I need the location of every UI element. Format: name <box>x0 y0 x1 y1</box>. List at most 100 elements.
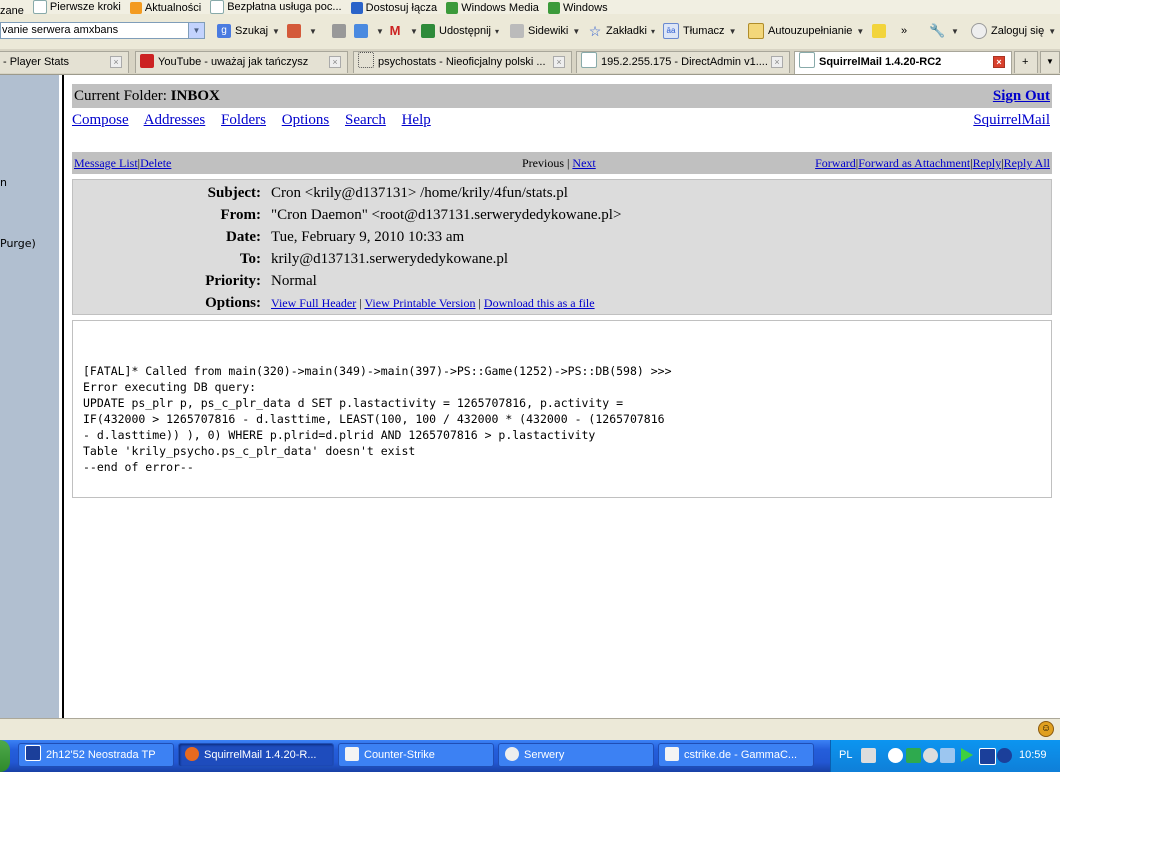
bookmark-label: Windows <box>562 2 608 14</box>
delete-link[interactable]: Delete <box>140 156 171 170</box>
reply-all-link[interactable]: Reply All <box>1004 156 1050 170</box>
bookmarks-button[interactable]: ☆ Zakładki ▾ <box>588 22 655 40</box>
share-button[interactable]: Udostępnij ▾ <box>421 22 499 40</box>
monitor-icon[interactable] <box>940 748 955 763</box>
bookmark-item[interactable]: Bezpłatna usługa poc... <box>210 0 342 14</box>
more-button[interactable]: » <box>901 22 907 40</box>
tab-player-stats[interactable]: - Player Stats × <box>0 51 129 73</box>
login-button[interactable]: Zaloguj się ▼ <box>971 22 1056 40</box>
tab-youtube[interactable]: YouTube - uważaj jak tańczysz × <box>135 51 348 73</box>
system-tray: PL 10:59 <box>830 740 1060 772</box>
task-cstrike[interactable]: cstrike.de - GammaC... <box>658 743 814 767</box>
search-link[interactable]: Search <box>345 112 386 128</box>
toolbar-search-box[interactable]: vanie serwera amxbans ▼ <box>0 22 205 39</box>
bookmark-item[interactable]: Windows Media <box>446 2 539 14</box>
bookmark-item[interactable]: Pierwsze kroki <box>32 0 121 14</box>
chevron-down-icon: ▼ <box>951 26 959 36</box>
steam-icon[interactable] <box>923 748 938 763</box>
sign-out-link[interactable]: Sign Out <box>993 84 1050 108</box>
next-link[interactable]: Next <box>572 156 595 170</box>
squirrelmail-link[interactable]: SquirrelMail <box>973 112 1050 129</box>
folder-bar: Current Folder: INBOX Sign Out <box>72 84 1052 108</box>
play-icon[interactable] <box>961 748 973 762</box>
view-printable-link[interactable]: View Printable Version <box>364 296 475 310</box>
network-icon[interactable] <box>906 748 921 763</box>
bookmark-label: Aktualności <box>144 2 202 14</box>
list-actions: Message List|Delete <box>74 152 171 174</box>
toolbar-tools-button[interactable]: ▼ <box>287 22 317 40</box>
task-counter-strike[interactable]: Counter-Strike <box>338 743 494 767</box>
counter-strike-icon <box>665 747 679 761</box>
search-button[interactable]: g Szukaj ▼ <box>217 22 280 40</box>
antivirus-icon[interactable] <box>997 748 1012 763</box>
download-link[interactable]: Download this as a file <box>484 296 595 310</box>
star-icon: ☆ <box>588 23 602 39</box>
close-icon[interactable]: × <box>993 56 1005 68</box>
help-link[interactable]: Help <box>402 112 431 128</box>
tab-psychostats[interactable]: psychostats - Nieoficjalny polski ... × <box>353 51 572 73</box>
close-icon[interactable]: × <box>110 56 122 68</box>
message-list-link[interactable]: Message List <box>74 156 138 170</box>
steam-icon <box>505 747 519 761</box>
toolbar-bank-button[interactable] <box>332 22 350 40</box>
bookmark-item[interactable]: Aktualności <box>129 2 202 14</box>
forward-as-attachment-link[interactable]: Forward as Attachment <box>858 156 970 170</box>
tp-icon[interactable] <box>979 748 996 765</box>
smiley-icon[interactable]: ☺ <box>1038 721 1054 737</box>
start-button[interactable] <box>0 740 10 772</box>
folders-link[interactable]: Folders <box>221 112 266 128</box>
page-icon <box>32 0 47 14</box>
options-link[interactable]: Options <box>282 112 330 128</box>
reply-actions: Forward|Forward as Attachment|Reply|Repl… <box>815 152 1050 174</box>
close-icon[interactable]: × <box>329 56 341 68</box>
reply-link[interactable]: Reply <box>973 156 1002 170</box>
sidewiki-button[interactable]: Sidewiki ▼ <box>510 22 580 40</box>
youtube-icon <box>140 54 154 68</box>
task-neostrada[interactable]: 2h12'52 Neostrada TP <box>18 743 174 767</box>
bookmark-label: Windows Media <box>461 2 539 14</box>
to-row: To: krily@d137131.serwerydedykowane.pl <box>73 248 1051 270</box>
bookmark-item[interactable]: Windows <box>547 2 608 14</box>
gmail-icon: M <box>389 23 401 38</box>
task-label: cstrike.de - GammaC... <box>684 749 798 761</box>
view-full-header-link[interactable]: View Full Header <box>271 296 356 310</box>
close-icon[interactable]: × <box>771 56 783 68</box>
navigation-actions: Previous | Next <box>522 152 596 174</box>
keyboard-icon[interactable] <box>861 748 876 763</box>
tab-squirrelmail[interactable]: SquirrelMail 1.4.20-RC2 × <box>794 51 1012 74</box>
settings-button[interactable]: 🔧 ▼ <box>929 22 959 40</box>
chevron-left-icon[interactable] <box>888 748 903 763</box>
tab-list-button[interactable]: ▼ <box>1040 51 1060 73</box>
tab-label: - Player Stats <box>3 56 70 68</box>
task-squirrelmail[interactable]: SquirrelMail 1.4.20-R... <box>178 743 334 767</box>
to-value: krily@d137131.serwerydedykowane.pl <box>271 251 509 267</box>
bookmark-item[interactable]: Dostosuj łącza <box>350 2 437 14</box>
rss-icon <box>129 2 142 14</box>
plus-icon <box>354 24 368 38</box>
new-tab-button[interactable]: + <box>1014 51 1038 73</box>
task-label: Counter-Strike <box>364 749 435 761</box>
translate-button[interactable]: āa Tłumacz ▼ <box>663 22 736 40</box>
tab-directadmin[interactable]: 195.2.255.175 - DirectAdmin v1.... × <box>576 51 790 73</box>
highlight-button[interactable] <box>872 22 890 40</box>
compose-link[interactable]: Compose <box>72 112 129 128</box>
task-serwery[interactable]: Serwery <box>498 743 654 767</box>
folder-fragment[interactable]: Purge) <box>0 237 36 250</box>
toolbar-plus-button[interactable]: ▼ <box>354 22 384 40</box>
message-body: [FATAL]* Called from main(320)->main(349… <box>72 320 1052 498</box>
gmail-button[interactable]: M ▼ <box>388 22 418 40</box>
folder-fragment[interactable]: n <box>0 176 7 189</box>
from-row: From: "Cron Daemon" <root@d137131.serwery… <box>73 204 1051 226</box>
close-icon[interactable]: × <box>553 56 565 68</box>
priority-row: Priority: Normal <box>73 270 1051 292</box>
options-label: Options: <box>205 295 261 311</box>
autofill-button[interactable]: Autouzupełnianie ▼ <box>748 22 864 40</box>
language-indicator[interactable]: PL <box>839 749 852 761</box>
chevron-down-icon[interactable]: ▼ <box>188 23 204 38</box>
subject-label: Subject: <box>207 185 261 201</box>
bookmark-item[interactable]: zane <box>0 5 24 14</box>
addresses-link[interactable]: Addresses <box>144 112 206 128</box>
search-box-value: vanie serwera amxbans <box>2 24 119 36</box>
autofill-icon <box>748 23 764 39</box>
forward-link[interactable]: Forward <box>815 156 856 170</box>
